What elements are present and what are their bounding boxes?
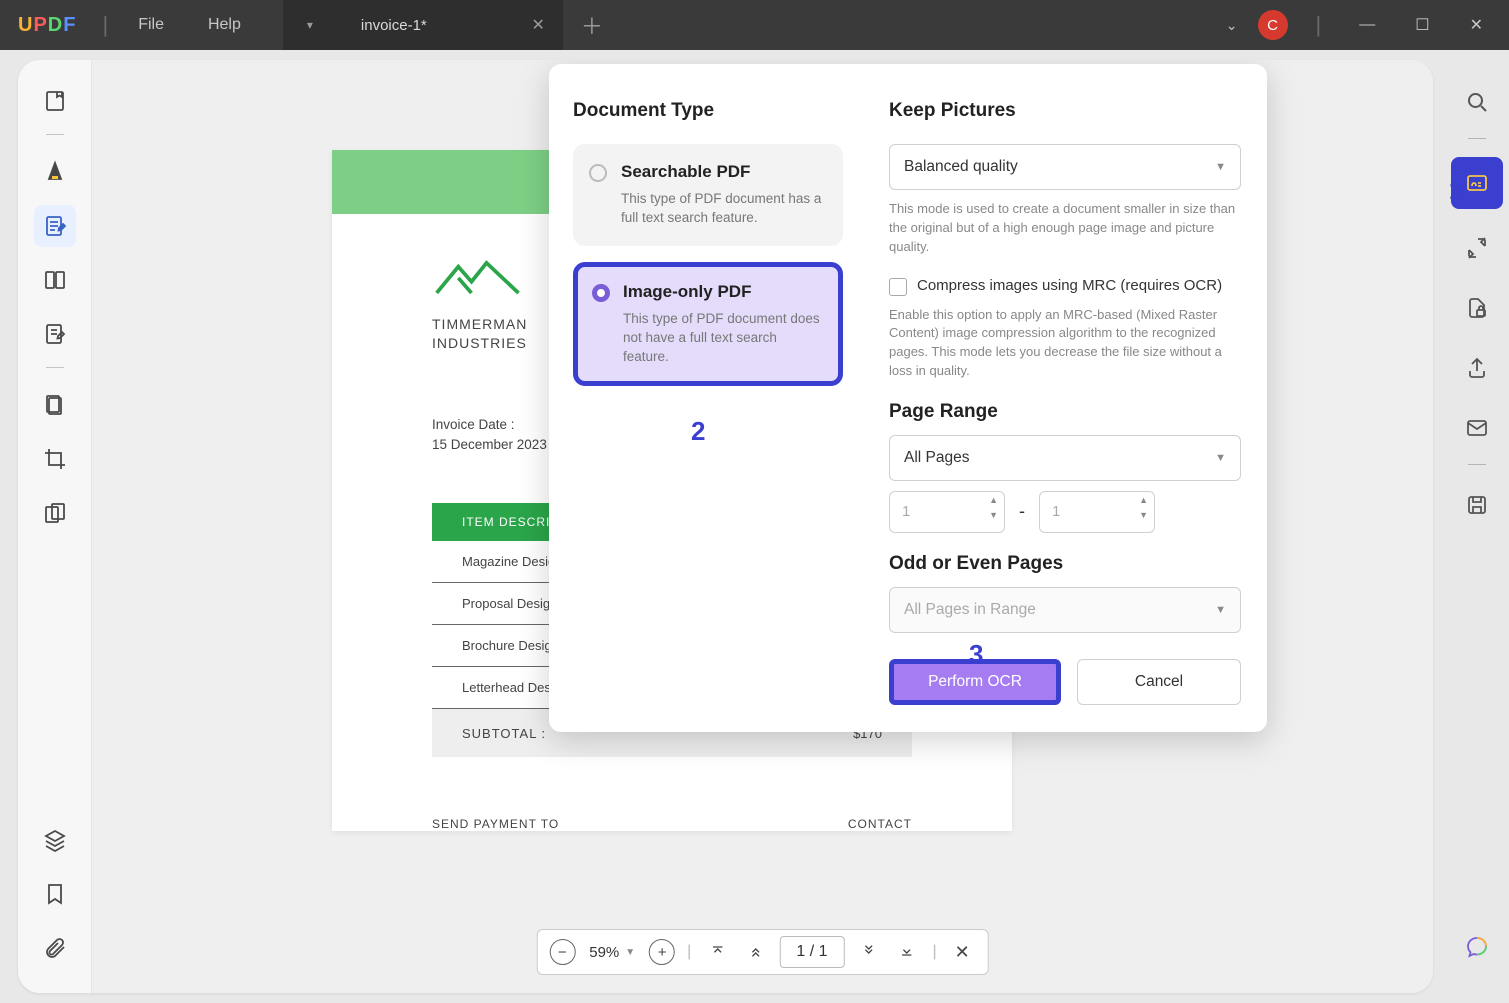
next-page-button[interactable] bbox=[855, 943, 883, 962]
separator: | bbox=[933, 943, 937, 961]
chevron-down-icon: ▼ bbox=[1215, 161, 1226, 173]
tab-close-icon[interactable]: ✕ bbox=[531, 15, 544, 35]
keep-pictures-select[interactable]: Balanced quality ▼ bbox=[889, 144, 1241, 190]
close-button[interactable]: ✕ bbox=[1460, 11, 1493, 39]
annotation-1: 1 bbox=[1449, 175, 1463, 206]
right-sidebar: 1 bbox=[1445, 50, 1509, 1003]
workspace: TIMMERMAN INDUSTRIES Invoice Date : 15 D… bbox=[0, 50, 1509, 1003]
zoom-value-dropdown[interactable]: 59%▼ bbox=[585, 944, 639, 961]
annotation-3: 3 bbox=[969, 639, 983, 670]
email-button[interactable] bbox=[1455, 406, 1499, 450]
document-type-heading: Document Type bbox=[573, 100, 843, 122]
radio-icon bbox=[592, 284, 610, 302]
mrc-help: Enable this option to apply an MRC-based… bbox=[889, 306, 1241, 381]
menu-file[interactable]: File bbox=[116, 16, 186, 34]
zoom-toolbar: − 59%▼ + | 1 / 1 | ✕ bbox=[536, 929, 989, 975]
option-image-only-pdf[interactable]: Image-only PDF This type of PDF document… bbox=[573, 262, 843, 387]
layers-tool[interactable] bbox=[34, 819, 76, 861]
range-from-input[interactable]: 1 ▲▼ bbox=[889, 491, 1005, 533]
sidebar-separator bbox=[46, 367, 64, 368]
convert-button[interactable] bbox=[1455, 226, 1499, 270]
divider: | bbox=[1316, 12, 1322, 38]
app-logo: UPDF bbox=[18, 14, 76, 37]
option-desc: This type of PDF document does not have … bbox=[623, 310, 821, 367]
chevron-down-icon: ▼ bbox=[1215, 452, 1226, 464]
keep-pictures-help: This mode is used to create a document s… bbox=[889, 200, 1241, 257]
document-canvas[interactable]: TIMMERMAN INDUSTRIES Invoice Date : 15 D… bbox=[92, 60, 1433, 993]
last-page-button[interactable] bbox=[893, 943, 921, 962]
divider: | bbox=[102, 12, 108, 38]
ai-chat-button[interactable] bbox=[1455, 925, 1499, 969]
option-title: Image-only PDF bbox=[623, 282, 821, 302]
mrc-label: Compress images using MRC (requires OCR) bbox=[917, 277, 1222, 294]
prev-page-button[interactable] bbox=[741, 943, 769, 962]
cancel-button[interactable]: Cancel bbox=[1077, 659, 1241, 705]
range-to-input[interactable]: 1 ▲▼ bbox=[1039, 491, 1155, 533]
option-desc: This type of PDF document has a full tex… bbox=[621, 190, 823, 228]
crop-tool[interactable] bbox=[34, 438, 76, 480]
page-range-heading: Page Range bbox=[889, 401, 1241, 423]
tab-title: invoice-1* bbox=[361, 17, 492, 34]
save-button[interactable] bbox=[1455, 483, 1499, 527]
sidebar-separator bbox=[1468, 138, 1486, 139]
search-button[interactable] bbox=[1455, 80, 1499, 124]
edit-tool[interactable] bbox=[34, 205, 76, 247]
minimize-button[interactable]: ― bbox=[1349, 12, 1385, 38]
protect-button[interactable] bbox=[1455, 286, 1499, 330]
option-title: Searchable PDF bbox=[621, 162, 823, 182]
comment-tool[interactable] bbox=[34, 151, 76, 193]
share-button[interactable] bbox=[1455, 346, 1499, 390]
page-range-select[interactable]: All Pages ▼ bbox=[889, 435, 1241, 481]
organize-tool[interactable] bbox=[34, 384, 76, 426]
zoom-in-button[interactable]: + bbox=[649, 939, 675, 965]
ocr-popover: Document Type Searchable PDF This type o… bbox=[549, 64, 1267, 732]
sidebar-separator bbox=[1468, 464, 1486, 465]
titlebar: UPDF | File Help ▾ invoice-1* ✕ ＋ ⌄ C | … bbox=[0, 0, 1509, 50]
reader-tool[interactable] bbox=[34, 80, 76, 122]
close-toolbar-button[interactable]: ✕ bbox=[949, 942, 976, 963]
annotation-2: 2 bbox=[691, 416, 705, 447]
user-avatar[interactable]: C bbox=[1258, 10, 1288, 40]
chevron-down-icon: ▼ bbox=[1215, 604, 1226, 616]
page-indicator[interactable]: 1 / 1 bbox=[779, 936, 844, 968]
attachment-tool[interactable] bbox=[34, 927, 76, 969]
spinner-icon[interactable]: ▲▼ bbox=[989, 496, 998, 520]
document-tab[interactable]: ▾ invoice-1* ✕ bbox=[283, 0, 563, 50]
first-page-button[interactable] bbox=[703, 943, 731, 962]
option-searchable-pdf[interactable]: Searchable PDF This type of PDF document… bbox=[573, 144, 843, 246]
keep-pictures-heading: Keep Pictures bbox=[889, 100, 1241, 122]
mrc-checkbox[interactable] bbox=[889, 278, 907, 296]
main-panel: TIMMERMAN INDUSTRIES Invoice Date : 15 D… bbox=[18, 60, 1433, 993]
left-sidebar bbox=[18, 60, 92, 993]
odd-even-heading: Odd or Even Pages bbox=[889, 553, 1241, 575]
window-tabs-chevron-icon[interactable]: ⌄ bbox=[1226, 17, 1238, 34]
maximize-button[interactable]: ☐ bbox=[1405, 11, 1439, 39]
radio-icon bbox=[589, 164, 607, 182]
new-tab-button[interactable]: ＋ bbox=[581, 9, 603, 41]
form-tool[interactable] bbox=[34, 313, 76, 355]
spinner-icon[interactable]: ▲▼ bbox=[1139, 496, 1148, 520]
separator: | bbox=[687, 943, 691, 961]
range-dash: - bbox=[1019, 501, 1025, 522]
page-tool[interactable] bbox=[34, 259, 76, 301]
titlebar-right: ⌄ C | ― ☐ ✕ bbox=[1226, 10, 1509, 40]
menu-help[interactable]: Help bbox=[186, 16, 263, 34]
bookmark-tool[interactable] bbox=[34, 873, 76, 915]
odd-even-select[interactable]: All Pages in Range ▼ bbox=[889, 587, 1241, 633]
invoice-footer: SEND PAYMENT TO CONTACT bbox=[432, 817, 912, 831]
zoom-out-button[interactable]: − bbox=[549, 939, 575, 965]
compare-tool[interactable] bbox=[34, 492, 76, 534]
sidebar-separator bbox=[46, 134, 64, 135]
tab-dropdown-icon[interactable]: ▾ bbox=[307, 18, 313, 32]
